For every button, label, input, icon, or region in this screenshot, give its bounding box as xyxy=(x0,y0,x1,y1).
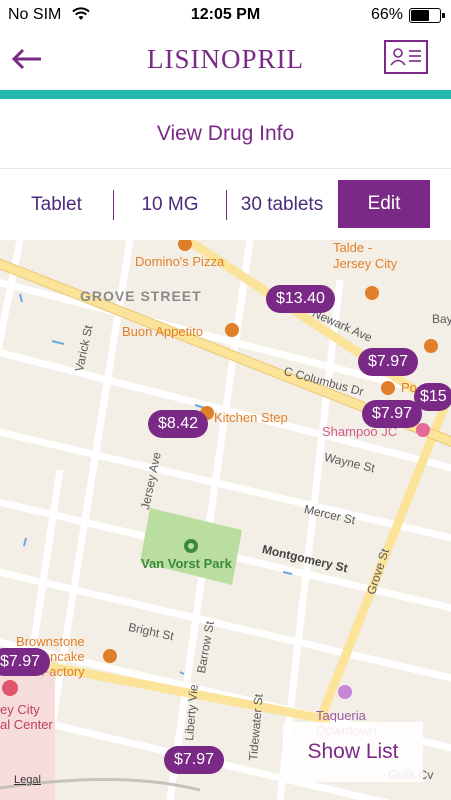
park-label: Van Vorst Park xyxy=(141,556,232,571)
header-accent-stripe xyxy=(0,90,451,99)
poi-dominos: Domino's Pizza xyxy=(135,254,225,269)
price-pin[interactable]: $13.40 xyxy=(266,285,335,313)
view-drug-info-link[interactable]: View Drug Info xyxy=(157,122,294,146)
dosage-option[interactable]: 10 MG xyxy=(114,170,226,240)
battery-percent: 66% xyxy=(370,6,403,23)
battery-fill xyxy=(411,10,429,21)
id-card-icon xyxy=(390,48,421,66)
prescription-options-bar: Tablet 10 MG 30 tablets Edit xyxy=(0,170,451,240)
quantity-option[interactable]: 30 tablets xyxy=(227,170,337,240)
edit-button[interactable]: Edit xyxy=(338,180,430,228)
poi-kitchen-step: Kitchen Step xyxy=(214,410,288,425)
street-bay: Bay xyxy=(432,312,451,326)
poi-talde: Talde - Jersey City xyxy=(333,240,398,271)
price-pin[interactable]: $7.97 xyxy=(358,348,419,376)
nav-bar: LISINOPRIL xyxy=(0,30,451,90)
battery-icon xyxy=(409,8,445,23)
price-pin[interactable]: $15 xyxy=(414,383,451,411)
price-pin[interactable]: $7.97 xyxy=(164,746,225,774)
legal-link[interactable]: Legal xyxy=(14,774,41,786)
poi-buon-appetito: Buon Appetito xyxy=(122,324,203,339)
poi-medical-center: ey City al Center xyxy=(0,702,53,732)
show-list-button[interactable]: Show List xyxy=(283,722,423,782)
neighborhood-label: GROVE STREET xyxy=(80,288,202,304)
status-bar: No SIM 12:05 PM 66% xyxy=(0,0,451,30)
price-pin[interactable]: $7.97 xyxy=(362,400,423,428)
view-drug-info-row: View Drug Info xyxy=(0,99,451,169)
pharmacy-map[interactable]: GROVE STREET Domino's Pizza Talde - Jers… xyxy=(0,240,451,800)
form-option[interactable]: Tablet xyxy=(0,170,113,240)
price-pin[interactable]: $8.42 xyxy=(148,410,209,438)
price-pin[interactable]: $7.97 xyxy=(0,648,51,676)
id-card-button[interactable] xyxy=(384,40,428,74)
map-base xyxy=(0,240,451,800)
